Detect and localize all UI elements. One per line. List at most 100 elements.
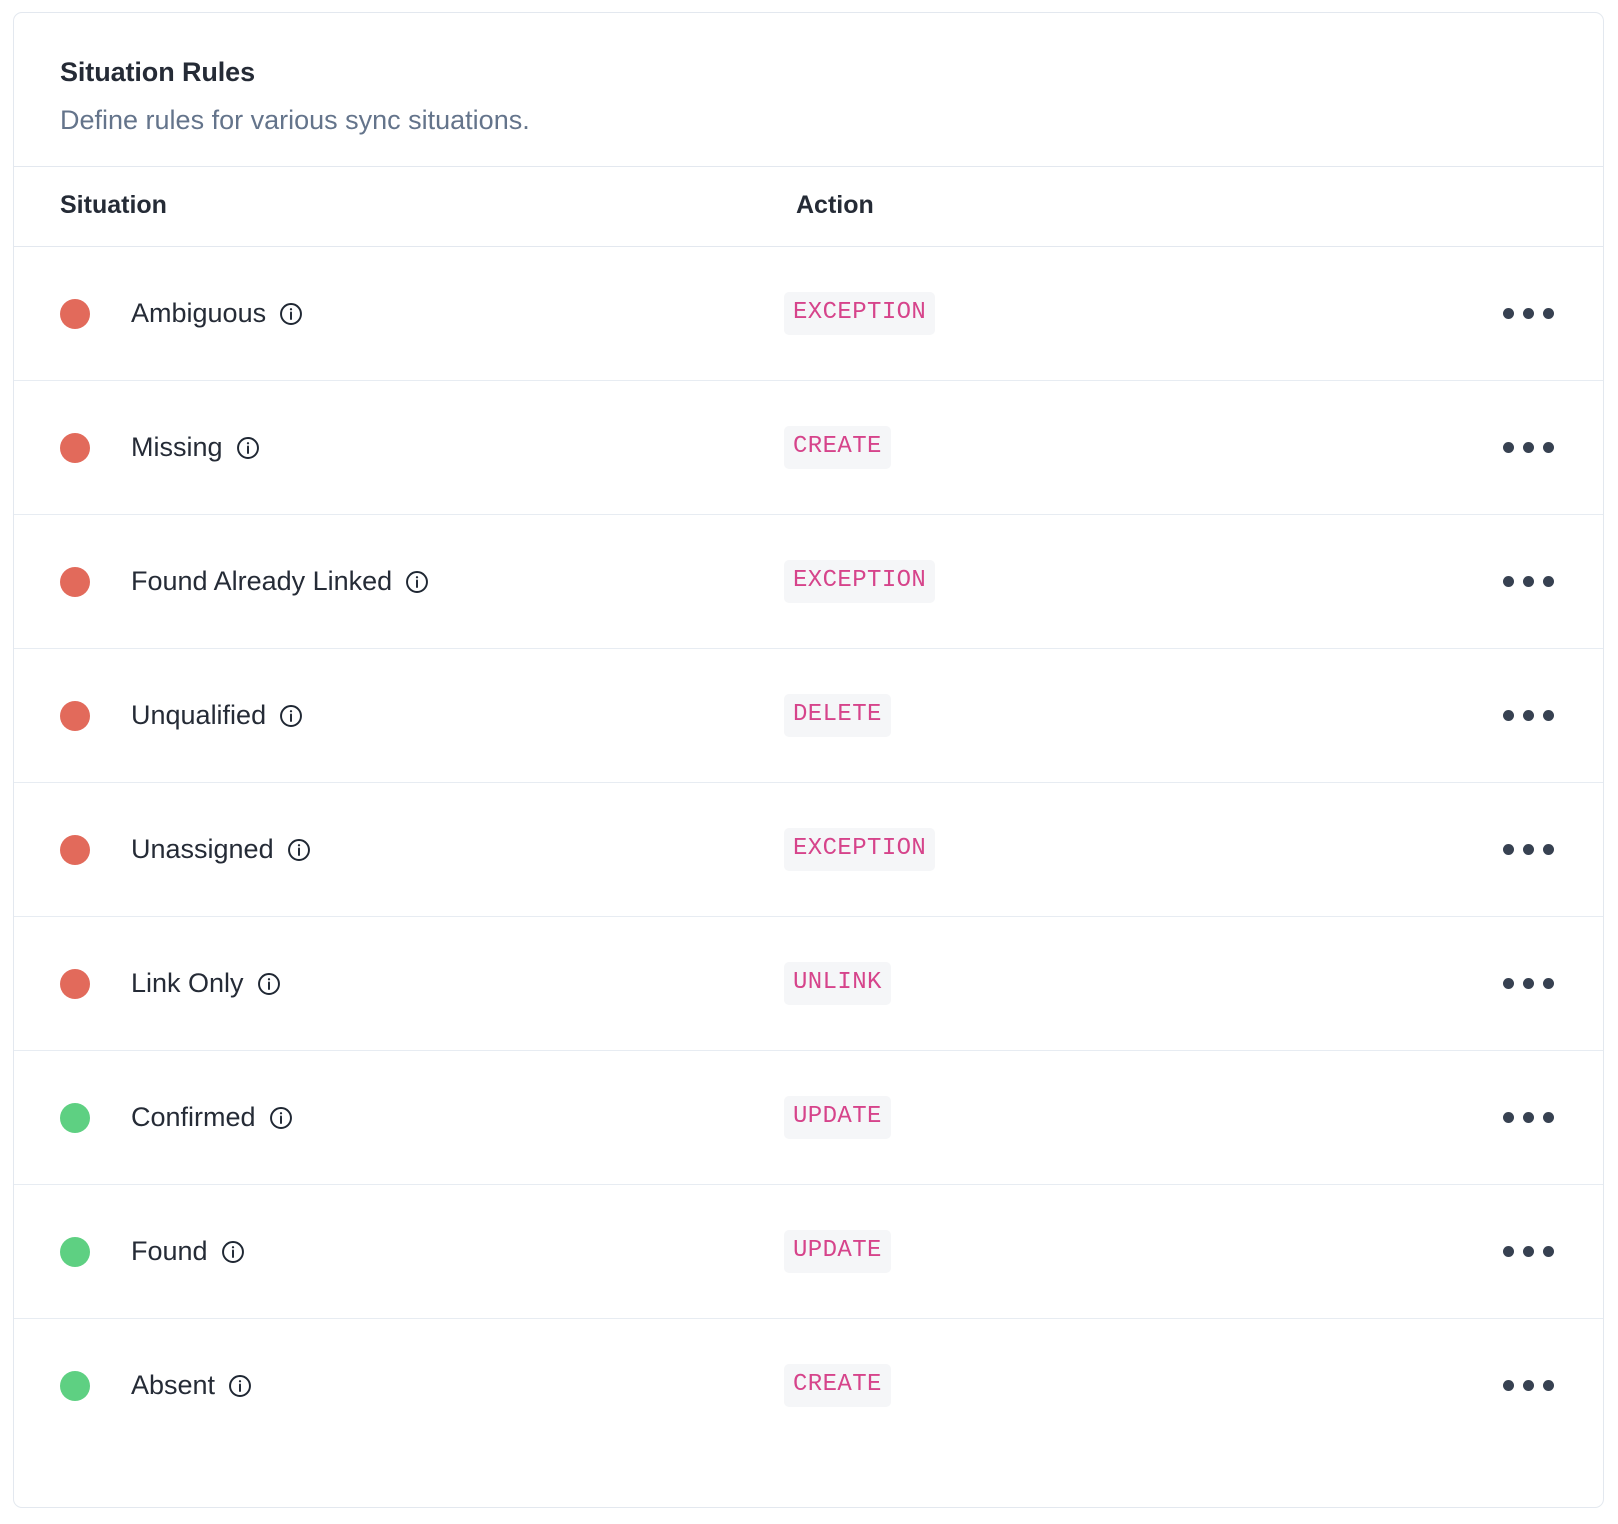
situation-rules-page: Situation Rules Define rules for various… <box>0 0 1618 1524</box>
kebab-dot <box>1523 1380 1534 1391</box>
situation-rules-card: Situation Rules Define rules for various… <box>13 12 1604 1508</box>
kebab-dot <box>1523 710 1534 721</box>
column-header-action: Action <box>784 167 1424 247</box>
column-header-menu <box>1424 167 1603 247</box>
status-dot-red <box>60 433 90 463</box>
row-menu-cell <box>1424 515 1603 649</box>
table-row: Absent CREATE <box>14 1319 1603 1453</box>
action-badge[interactable]: EXCEPTION <box>784 560 935 603</box>
action-badge[interactable]: CREATE <box>784 426 891 469</box>
ellipsis-horizontal-icon[interactable] <box>1489 430 1568 465</box>
info-circle-icon[interactable] <box>220 1239 246 1265</box>
kebab-dot <box>1543 576 1554 587</box>
situation-label: Unqualified <box>131 702 266 729</box>
kebab-dot <box>1543 1246 1554 1257</box>
kebab-dot <box>1523 308 1534 319</box>
action-badge[interactable]: DELETE <box>784 694 891 737</box>
row-menu-cell <box>1424 649 1603 783</box>
kebab-dot <box>1523 1112 1534 1123</box>
situation-label: Confirmed <box>131 1104 256 1131</box>
table-row: Found UPDATE <box>14 1185 1603 1319</box>
row-menu-cell <box>1424 247 1603 381</box>
ellipsis-horizontal-icon[interactable] <box>1489 1368 1568 1403</box>
kebab-dot <box>1523 978 1534 989</box>
situation-label: Found <box>131 1238 208 1265</box>
status-dot-red <box>60 835 90 865</box>
action-badge[interactable]: UNLINK <box>784 962 891 1005</box>
situation-rules-table: Situation Action AmbiguousEXCEPTIONMissi… <box>14 167 1603 1452</box>
info-circle-icon[interactable] <box>235 435 261 461</box>
situation-label: Found Already Linked <box>131 568 392 595</box>
action-cell: CREATE <box>784 1319 1424 1453</box>
ellipsis-horizontal-icon[interactable] <box>1489 966 1568 1001</box>
table-row: Confirmed UPDATE <box>14 1051 1603 1185</box>
row-menu-cell <box>1424 1185 1603 1319</box>
info-circle-icon[interactable] <box>278 301 304 327</box>
action-cell: DELETE <box>784 649 1424 783</box>
kebab-dot <box>1523 576 1534 587</box>
ellipsis-horizontal-icon[interactable] <box>1489 296 1568 331</box>
row-menu-cell <box>1424 917 1603 1051</box>
status-dot-red <box>60 567 90 597</box>
action-cell: UNLINK <box>784 917 1424 1051</box>
ellipsis-horizontal-icon[interactable] <box>1489 832 1568 867</box>
kebab-dot <box>1503 1380 1514 1391</box>
info-circle-icon[interactable] <box>268 1105 294 1131</box>
table-row: Found Already Linked EXCEPTION <box>14 515 1603 649</box>
column-header-situation: Situation <box>14 167 784 247</box>
situation-cell: Unassigned <box>14 783 784 917</box>
kebab-dot <box>1503 710 1514 721</box>
kebab-dot <box>1503 576 1514 587</box>
status-dot-green <box>60 1371 90 1401</box>
action-cell: UPDATE <box>784 1185 1424 1319</box>
situation-cell: Confirmed <box>14 1051 784 1185</box>
ellipsis-horizontal-icon[interactable] <box>1489 698 1568 733</box>
action-badge[interactable]: EXCEPTION <box>784 828 935 871</box>
kebab-dot <box>1543 1112 1554 1123</box>
row-menu-cell <box>1424 381 1603 515</box>
status-dot-red <box>60 299 90 329</box>
info-circle-icon[interactable] <box>286 837 312 863</box>
kebab-dot <box>1543 978 1554 989</box>
info-circle-icon[interactable] <box>404 569 430 595</box>
kebab-dot <box>1543 710 1554 721</box>
kebab-dot <box>1543 844 1554 855</box>
kebab-dot <box>1503 844 1514 855</box>
situation-cell: Missing <box>14 381 784 515</box>
row-menu-cell <box>1424 1319 1603 1453</box>
info-circle-icon[interactable] <box>227 1373 253 1399</box>
action-badge[interactable]: UPDATE <box>784 1230 891 1273</box>
situation-cell: Absent <box>14 1319 784 1453</box>
ellipsis-horizontal-icon[interactable] <box>1489 1100 1568 1135</box>
action-badge[interactable]: UPDATE <box>784 1096 891 1139</box>
status-dot-red <box>60 701 90 731</box>
action-badge[interactable]: CREATE <box>784 1364 891 1407</box>
kebab-dot <box>1503 308 1514 319</box>
situation-cell: Unqualified <box>14 649 784 783</box>
ellipsis-horizontal-icon[interactable] <box>1489 1234 1568 1269</box>
action-cell: CREATE <box>784 381 1424 515</box>
situation-cell: Found <box>14 1185 784 1319</box>
table-row: AmbiguousEXCEPTION <box>14 247 1603 381</box>
action-cell: EXCEPTION <box>784 783 1424 917</box>
action-cell: EXCEPTION <box>784 515 1424 649</box>
kebab-dot <box>1503 1112 1514 1123</box>
situation-cell: Ambiguous <box>14 247 784 381</box>
action-cell: EXCEPTION <box>784 247 1424 381</box>
card-header: Situation Rules Define rules for various… <box>14 13 1603 167</box>
status-dot-green <box>60 1237 90 1267</box>
ellipsis-horizontal-icon[interactable] <box>1489 564 1568 599</box>
page-title: Situation Rules <box>60 57 1557 88</box>
kebab-dot <box>1523 844 1534 855</box>
row-menu-cell <box>1424 783 1603 917</box>
situation-label: Absent <box>131 1372 215 1399</box>
info-circle-icon[interactable] <box>256 971 282 997</box>
table-row: UnassignedEXCEPTION <box>14 783 1603 917</box>
action-badge[interactable]: EXCEPTION <box>784 292 935 335</box>
info-circle-icon[interactable] <box>278 703 304 729</box>
table-header: Situation Action <box>14 167 1603 247</box>
situation-cell: Link Only <box>14 917 784 1051</box>
table-row: Unqualified DELETE <box>14 649 1603 783</box>
situation-label: Link Only <box>131 970 244 997</box>
page-subtitle: Define rules for various sync situations… <box>60 104 1557 136</box>
